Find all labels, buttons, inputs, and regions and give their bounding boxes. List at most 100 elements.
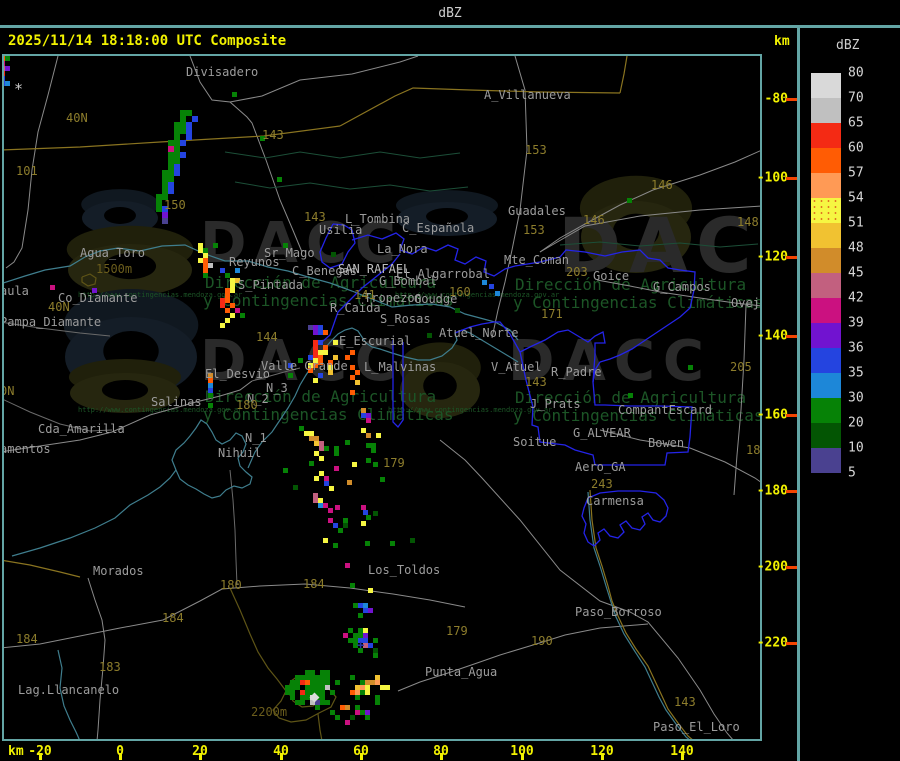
road-line: [87, 577, 106, 739]
route-number-label: 40N: [66, 111, 88, 125]
route-number-label: 203: [566, 265, 588, 279]
radar-echo-pixel: [315, 705, 320, 710]
elevation-label: 1500m: [96, 262, 133, 276]
right-axis-tick: [786, 256, 797, 259]
route-number-label: 141: [354, 288, 376, 302]
place-name-label: Salinas: [151, 395, 202, 409]
right-axis-label: -100: [756, 170, 788, 186]
radar-echo-pixel: [186, 134, 192, 140]
place-name-label: A_Villanueva: [484, 88, 571, 102]
radar-echo-pixel: [277, 177, 282, 182]
radar-echo-pixel: [323, 350, 328, 355]
radar-echo-pixel: [366, 433, 371, 438]
radar-echo-pixel: [365, 690, 370, 695]
legend-swatch: [811, 448, 841, 473]
place-name-label: Goice: [593, 269, 630, 283]
bottom-axis-tick: [199, 753, 202, 760]
road-line: [619, 56, 628, 94]
radar-echo-pixel: [352, 462, 357, 467]
radar-echo-pixel: [350, 583, 355, 588]
radar-echo-pixel: [489, 284, 494, 289]
place-name-label: Divisadero: [186, 65, 259, 79]
radar-echo-pixel: [318, 373, 323, 378]
legend-value: 36: [848, 340, 864, 356]
legend-swatch: [811, 123, 841, 148]
route-number-label: 143: [674, 695, 696, 709]
legend-value: 70: [848, 90, 864, 106]
radar-echo-pixel: [455, 308, 460, 313]
place-name-label: G_Campos: [653, 280, 711, 294]
right-axis-label: -160: [756, 407, 788, 423]
radar-echo-pixel: [230, 288, 235, 293]
radar-echo-pixel: [208, 403, 213, 408]
radar-echo-pixel: [335, 680, 340, 685]
route-number-label: 143: [525, 375, 547, 389]
radar-echo-pixel: [345, 720, 350, 725]
route-number-label: 184: [162, 611, 184, 625]
radar-echo-pixel: [309, 461, 314, 466]
radar-echo-pixel: [350, 350, 355, 355]
right-axis-tick: [786, 642, 797, 645]
radar-echo-pixel: [162, 218, 168, 224]
right-axis-label: -140: [756, 328, 788, 344]
watermark-eye-pupil: [101, 380, 149, 400]
route-number-label: 146: [583, 213, 605, 227]
asterisk-marker: *: [14, 80, 24, 98]
road-line: [229, 56, 419, 103]
color-scale-legend: dBZ 80 70 65 60 57 54 51 48 45 42 39 36 35 30 20 10 5: [800, 28, 900, 761]
radar-echo-pixel: [288, 373, 293, 378]
radar-echo-pixel: [5, 66, 10, 71]
title-bar: dBZ: [0, 0, 900, 28]
radar-echo-pixel: [350, 715, 355, 720]
route-number-label: 143: [304, 210, 326, 224]
place-name-label: N_3: [266, 381, 288, 395]
route-number-label: 18: [746, 443, 760, 457]
radar-echo-pixel: [361, 521, 366, 526]
map-vector-layer: DACCDACC DACCDACCDirección de Agricultura…: [4, 56, 760, 739]
radar-echo-pixel: [376, 433, 381, 438]
road-line: [397, 623, 649, 692]
legend-value: 5: [848, 465, 856, 481]
radar-echo-pixel: [5, 81, 10, 86]
legend-value: 45: [848, 265, 864, 281]
radar-echo-pixel: [427, 333, 432, 338]
place-name-label: Guadales: [508, 204, 566, 218]
place-name-label: G_Bombal: [379, 274, 437, 288]
place-name-label: R_Padre: [551, 365, 602, 379]
legend-swatch: [811, 398, 841, 423]
bottom-axis-tick: [39, 753, 42, 760]
place-name-label: G_ALVEAR: [573, 426, 631, 440]
legend-value: 35: [848, 365, 864, 381]
place-name-label: N_1: [245, 431, 267, 445]
radar-app-window: dBZ 2025/11/14 18:18:00 UTC Composite km…: [0, 0, 900, 761]
place-name-label: Los_Toldos: [368, 563, 441, 577]
place-name-label: amentos: [4, 442, 51, 456]
radar-echo-pixel: [335, 505, 340, 510]
route-number-label: 243: [591, 477, 613, 491]
place-name-label: Punta_Agua: [425, 665, 498, 679]
radar-echo-pixel: [390, 541, 395, 546]
legend-title: dBZ: [836, 38, 860, 53]
radar-echo-pixel: [324, 446, 329, 451]
road-line: [234, 181, 469, 192]
radar-echo-pixel: [373, 462, 378, 467]
route-number-label: 146: [651, 178, 673, 192]
radar-echo-pixel: [329, 486, 334, 491]
radar-echo-pixel: [180, 140, 186, 146]
radar-echo-pixel: [331, 252, 336, 257]
radar-echo-pixel: [368, 608, 373, 613]
legend-swatch: [811, 173, 841, 198]
legend-value: 54: [848, 190, 864, 206]
timestamp-label: 2025/11/14 18:18:00 UTC Composite: [8, 33, 287, 49]
legend-swatch: [811, 198, 841, 223]
radar-echo-pixel: [334, 466, 339, 471]
radar-echo-pixel: [232, 92, 237, 97]
road-line: [4, 560, 81, 578]
bottom-axis-tick: [119, 753, 122, 760]
place-name-label: C_Española: [402, 221, 475, 235]
place-name-label: Paso_El_Loro: [653, 720, 740, 734]
place-name-label: S_Pintada: [238, 278, 304, 292]
legend-value: 51: [848, 215, 864, 231]
radar-echo-pixel: [300, 700, 305, 705]
plus-marker: +: [357, 638, 365, 652]
